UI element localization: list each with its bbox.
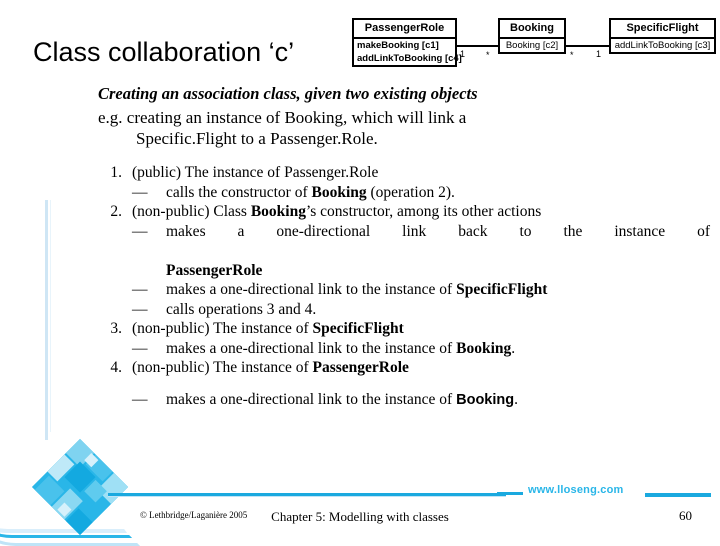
step-number: 3. — [110, 320, 122, 337]
footer-rule-right — [645, 493, 711, 497]
list-item: — makes a one-directional link to the in… — [132, 390, 710, 411]
step-text-suffix: ’s constructor, among its other actions — [305, 203, 542, 220]
step-text-prefix: (non-public) Class — [132, 203, 251, 220]
page-number: 60 — [679, 508, 692, 523]
multiplicity-label: 1 — [596, 49, 602, 59]
step-text-prefix: (non-public) The instance of — [132, 359, 313, 376]
step-number: 1. — [110, 164, 122, 181]
steps-list: 1. (public) The instance of Passenger.Ro… — [98, 163, 710, 410]
uml-operation: Booking [c2] — [505, 40, 559, 51]
footer-rule-short — [497, 492, 523, 495]
substeps-list: — calls the constructor of Booking (oper… — [132, 183, 710, 203]
step-emphasis: SpecificFlight — [312, 320, 404, 337]
em-dash-icon: — — [132, 222, 148, 240]
substeps-list: — makes a one-directional link to the in… — [132, 339, 710, 359]
em-dash-icon: — — [132, 183, 148, 201]
uml-class-specificflight[interactable]: SpecificFlight addLinkToBooking [c3] — [609, 18, 716, 54]
footer-rule-shadow — [108, 496, 506, 497]
chapter-label: Chapter 5: Modelling with classes — [271, 509, 449, 524]
example-line-1: e.g. creating an instance of Booking, wh… — [98, 108, 467, 127]
substep-text: makes a one-directional link back to the… — [166, 222, 710, 240]
em-dash-icon: — — [132, 281, 148, 298]
slide-body: Creating an association class, given two… — [98, 84, 710, 410]
multiplicity-label: * — [570, 50, 574, 60]
lead-heading: Creating an association class, given two… — [98, 84, 478, 103]
substep-suffix: (operation 2). — [366, 183, 455, 201]
uml-class-passengerrole[interactable]: PassengerRole makeBooking [c1] addLinkTo… — [352, 18, 462, 67]
uml-operation: addLinkToBooking [c4] — [357, 53, 462, 64]
list-item: 3. (non-public) The instance of Specific… — [98, 319, 710, 358]
step-number: 2. — [110, 203, 122, 220]
uml-operation: makeBooking [c1] — [357, 40, 439, 51]
association-line-passengerrole-booking — [457, 45, 498, 47]
step-emphasis: PassengerRole — [312, 359, 409, 376]
multiplicity-label: 1 — [460, 49, 466, 59]
list-item: 2. (non-public) Class Booking’s construc… — [98, 202, 710, 319]
substep-emphasis: Booking — [456, 391, 515, 408]
substep-text: makes a one-directional link to the inst… — [166, 339, 457, 357]
substep-text: calls the constructor of — [166, 183, 312, 201]
step-emphasis: Booking — [250, 203, 306, 220]
site-url-label[interactable]: www.lloseng.com — [528, 484, 624, 496]
uml-class-name: SpecificFlight — [611, 20, 714, 39]
substep-emphasis: Booking — [456, 339, 512, 357]
list-item: — calls operations 3 and 4. — [132, 300, 710, 320]
uml-class-diagram: PassengerRole makeBooking [c1] addLinkTo… — [352, 16, 716, 74]
association-line-booking-specificflight — [566, 45, 609, 47]
example-paragraph: e.g. creating an instance of Booking, wh… — [98, 107, 710, 149]
em-dash-icon: — — [132, 339, 148, 357]
uml-class-name: PassengerRole — [354, 20, 455, 39]
substep-suffix: . — [514, 390, 518, 408]
substep-emphasis: Booking — [311, 183, 367, 201]
step-text: (non-public) The instance of PassengerRo… — [132, 358, 710, 378]
step-text: (non-public) Class Booking’s constructor… — [132, 202, 710, 222]
uml-class-name: Booking — [500, 20, 564, 39]
list-item: — makes a one-directional link to the in… — [132, 280, 710, 300]
substep-text: makes a one-directional link to the inst… — [166, 390, 457, 408]
list-item: 4. (non-public) The instance of Passenge… — [98, 358, 710, 410]
uml-operation: addLinkToBooking [c3] — [614, 40, 711, 51]
substeps-list: — makes a one-directional link to the in… — [132, 390, 710, 411]
substep-emphasis: SpecificFlight — [456, 281, 548, 298]
substep-suffix: . — [511, 339, 516, 357]
em-dash-icon: — — [132, 300, 148, 318]
substep-text: calls operations 3 and 4. — [166, 300, 317, 318]
list-item: — makes a one-directional link back to t… — [132, 222, 710, 281]
multiplicity-label: * — [486, 50, 490, 60]
substeps-list: — makes a one-directional link back to t… — [132, 222, 710, 320]
example-line-2: Specific.Flight to a Passenger.Role. — [136, 129, 378, 148]
list-item: — makes a one-directional link to the in… — [132, 339, 710, 359]
page-title: Class collaboration ‘c’ — [33, 37, 295, 67]
list-item: 1. (public) The instance of Passenger.Ro… — [98, 163, 710, 202]
step-text-prefix: (non-public) The instance of — [132, 320, 313, 337]
step-text: (non-public) The instance of SpecificFli… — [132, 319, 710, 339]
uml-class-booking[interactable]: Booking Booking [c2] — [498, 18, 566, 54]
substep-text: makes a one-directional link to the inst… — [166, 281, 457, 298]
step-number: 4. — [110, 359, 122, 376]
list-item: — calls the constructor of Booking (oper… — [132, 183, 710, 203]
step-text: (public) The instance of Passenger.Role — [132, 164, 379, 181]
substep-emphasis: PassengerRole — [166, 261, 263, 279]
